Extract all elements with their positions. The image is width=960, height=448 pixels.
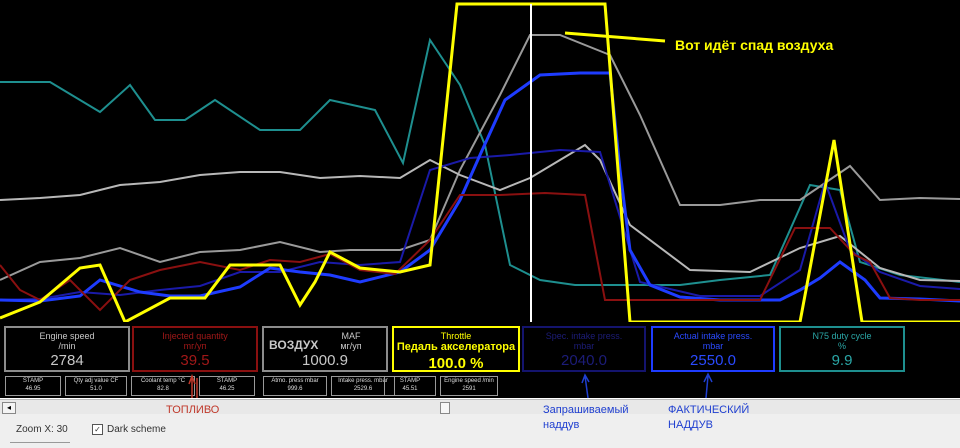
gauge-value: 2550.0 (690, 352, 736, 369)
gauge-unit: mbar (702, 341, 724, 351)
mini-label: STAMP (22, 378, 44, 384)
gauge-value: 39.5 (180, 352, 210, 369)
requested-boost-annotation-line2: наддув (543, 419, 580, 431)
gauge-label: Spec. intake press. (545, 331, 623, 341)
gauge-overlay-label: ВОЗДУХ (269, 338, 319, 352)
mini-gauge[interactable]: STAMP 46.95 (5, 376, 61, 396)
gauge-label: Throttle (440, 331, 472, 341)
mini-label: Coolant temp °C (140, 378, 186, 384)
gauge-row: Engine speed /min 2784 Injected quantity… (0, 322, 960, 374)
scroll-left-arrow-icon[interactable]: ◂ (2, 402, 16, 414)
mini-gauge[interactable]: Qty adj value CF 51.0 (65, 376, 127, 396)
gauge-unit: mг/уп (183, 341, 207, 351)
actual-boost-annotation-line1: ФАКТИЧЕСКИЙ (668, 404, 750, 416)
series-teal (0, 37, 960, 286)
horizontal-scrollbar[interactable]: ◂ (0, 399, 960, 414)
mini-value: 2591 (462, 386, 476, 392)
gauge-value: 100.0 % (428, 355, 484, 372)
gauge-unit: % (837, 341, 846, 351)
zoom-slider[interactable] (10, 442, 70, 443)
requested-boost-annotation-line1: Запрашиваемый (543, 404, 629, 416)
gauge-label: N75 duty cycle (812, 331, 872, 341)
mini-value: 82.8 (157, 386, 169, 392)
mini-value: 45.51 (402, 386, 418, 392)
chart-plot-area: Вот идёт спад воздуха (0, 0, 960, 322)
gauge-value: 1000.9 (302, 352, 348, 369)
gauge-actual-intake-press[interactable]: Actual intake press. mbar 2550.0 (651, 326, 775, 372)
status-bar: Zoom X: 30 ✓ Dark scheme (0, 414, 960, 448)
gauge-label: Injected quantity (162, 331, 228, 341)
gauge-unit: /min (58, 341, 76, 351)
gauge-value: 2040.0 (561, 352, 607, 369)
zoom-label: Zoom X: 30 (16, 424, 68, 435)
mini-value: 46.25 (219, 386, 235, 392)
dark-scheme-checkbox[interactable]: ✓ (92, 424, 103, 435)
mini-label: Qty adj value CF (73, 378, 119, 384)
gauge-maf[interactable]: ВОЗДУХ MAF мг/уп 1000.9 (262, 326, 388, 372)
mini-label: STAMP (399, 378, 421, 384)
mini-label: STAMP (216, 378, 238, 384)
gauge-throttle[interactable]: Throttle Педаль акселератора 100.0 % (392, 326, 520, 372)
mini-gauge[interactable]: Atmo. press mbar 999.6 (263, 376, 327, 396)
gauge-label: Engine speed (39, 331, 95, 341)
fuel-annotation: ТОПЛИВО (166, 404, 220, 416)
gauge-spec-intake-press[interactable]: Spec. intake press. mbar 2040.0 (522, 326, 646, 372)
mini-value: 51.0 (90, 386, 102, 392)
dark-scheme-label: Dark scheme (107, 424, 166, 436)
mini-gauge[interactable]: Engine speed /min 2591 (440, 376, 498, 396)
mini-label: Atmo. press mbar (271, 378, 319, 384)
annotation-pointer-line (564, 31, 666, 43)
gauge-value: 9.9 (831, 352, 853, 369)
gauge-unit: Педаль акселератора (396, 341, 516, 353)
gauge-value: 2784 (50, 352, 84, 369)
mini-gauge-row: STAMP 46.95 Qty adj value CF 51.0 Coolan… (0, 374, 960, 398)
mini-value: 46.95 (25, 386, 41, 392)
mini-gauge[interactable]: STAMP 46.25 (199, 376, 255, 396)
mini-gauge[interactable]: STAMP 45.51 (384, 376, 436, 396)
gauge-injected-quantity[interactable]: Injected quantity mг/уп 39.5 (132, 326, 258, 372)
annotation-air-drop: Вот идёт спад воздуха (675, 37, 833, 53)
mini-gauge[interactable]: Coolant temp °C 82.8 (131, 376, 195, 396)
gauge-engine-speed[interactable]: Engine speed /min 2784 (4, 326, 130, 372)
gauge-unit: mbar (573, 341, 595, 351)
series-darkblue (0, 148, 960, 301)
mini-label: Engine speed /min (444, 378, 494, 384)
gauge-n75-duty-cycle[interactable]: N75 duty cycle % 9.9 (779, 326, 905, 372)
actual-boost-annotation-line2: НАДДУВ (668, 419, 713, 431)
mini-value: 999.6 (287, 386, 303, 392)
dark-scheme-option[interactable]: ✓ Dark scheme (92, 424, 166, 435)
gauge-label: Actual intake press. (673, 331, 753, 341)
chart-svg: Вот идёт спад воздуха (0, 2, 960, 322)
scroll-thumb[interactable] (440, 402, 450, 414)
